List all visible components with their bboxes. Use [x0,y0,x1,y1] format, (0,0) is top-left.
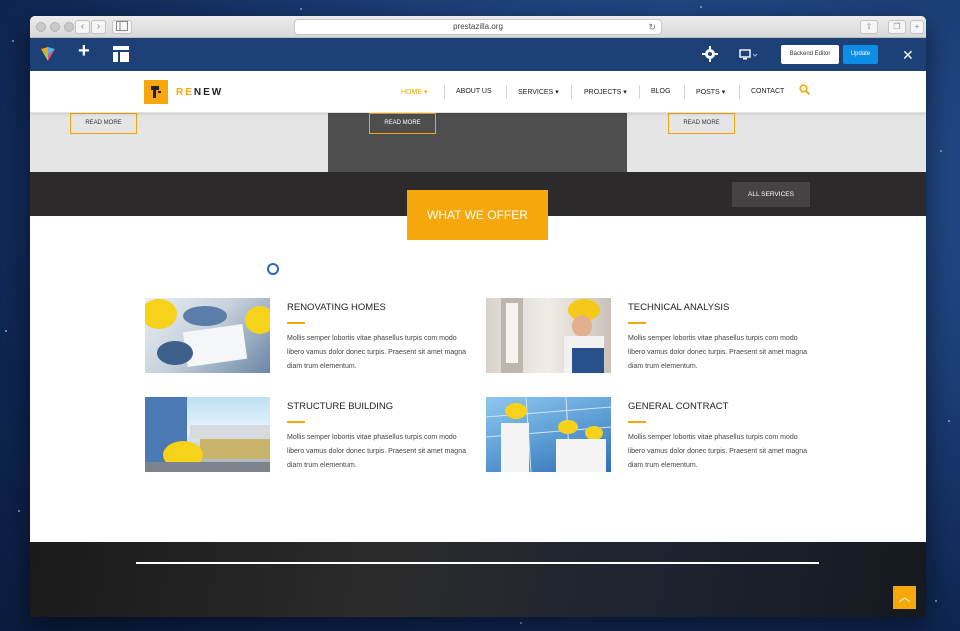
all-services-button[interactable]: ALL SERVICES [732,182,810,207]
service-image [145,298,270,373]
read-more-button[interactable]: READ MORE [70,113,137,134]
title-underline [287,421,305,423]
nav-divider [639,85,640,99]
nav-posts[interactable]: POSTS ▾ [696,88,725,96]
service-description: Mollis semper lobortis vitae phasellus t… [287,434,466,469]
service-description: Mollis semper lobortis vitae phasellus t… [628,335,807,370]
service-description: Mollis semper lobortis vitae phasellus t… [628,434,807,469]
nav-divider [739,85,740,99]
add-element-icon[interactable]: + [78,41,90,61]
scroll-to-top-button[interactable]: ︿ [893,586,916,609]
update-button[interactable]: Update [843,45,878,64]
editor-toolbar: + Backend Editor Update ✕ [30,38,926,71]
service-image [486,298,611,373]
logo-icon[interactable] [144,80,168,104]
loading-cursor-icon [267,263,279,275]
title-underline [287,322,305,324]
templates-icon[interactable] [113,46,129,66]
read-more-button[interactable]: READ MORE [369,113,436,134]
service-title: STRUCTURE BUILDING [287,401,394,412]
browser-window: ‹ › prestazilla.org ↻ ⇧ ❐ + + Backend Ed… [30,16,926,617]
nav-divider [571,85,572,99]
backend-editor-button[interactable]: Backend Editor [781,45,839,64]
nav-services[interactable]: SERVICES ▾ [518,88,559,96]
sidebar-icon [116,21,128,31]
settings-gear-icon[interactable] [702,46,718,66]
nav-home[interactable]: HOME ▾ [401,88,427,96]
service-title: TECHNICAL ANALYSIS [628,302,730,313]
new-tab-button[interactable]: + [910,20,924,34]
slide-panel-center: READ MORE [328,113,627,172]
nav-blog[interactable]: BLOG [651,88,670,95]
sidebar-toggle-button[interactable] [112,20,132,34]
service-description: Mollis semper lobortis vitae phasellus t… [287,335,466,370]
close-window-button[interactable] [36,22,46,32]
nav-about-us[interactable]: ABOUT US [456,88,492,95]
reload-icon[interactable]: ↻ [648,20,656,34]
title-underline [628,322,646,324]
footer-section: ︿ [30,542,926,617]
section-title-badge: WHAT WE OFFER [407,190,548,240]
tabs-overview-button[interactable]: ❐ [888,20,906,34]
service-title: RENOVATING HOMES [287,302,386,313]
url-text: prestazilla.org [453,22,503,31]
browser-titlebar: ‹ › prestazilla.org ↻ ⇧ ❐ + [30,16,926,38]
responsive-preview-icon[interactable] [739,49,759,67]
minimize-window-button[interactable] [50,22,60,32]
service-image [486,397,611,472]
builder-logo-icon[interactable] [40,46,56,66]
nav-divider [684,85,685,99]
site-header: RENEW HOME ▾ ABOUT US SERVICES ▾ PROJECT… [30,71,926,113]
back-button[interactable]: ‹ [75,20,90,34]
forward-button[interactable]: › [91,20,106,34]
slide-panel-right: READ MORE [627,113,926,172]
footer-divider [136,562,819,564]
address-bar[interactable]: prestazilla.org ↻ [294,19,662,35]
slide-panel-left: READ MORE [30,113,328,172]
nav-projects[interactable]: PROJECTS ▾ [584,88,627,96]
close-editor-icon[interactable]: ✕ [902,47,914,63]
nav-divider [506,85,507,99]
maximize-window-button[interactable] [64,22,74,32]
nav-contact[interactable]: CONTACT [751,88,784,95]
nav-divider [444,85,445,99]
share-button[interactable]: ⇧ [860,20,878,34]
search-icon[interactable] [799,84,810,95]
logo-text[interactable]: RENEW [176,87,223,98]
read-more-button[interactable]: READ MORE [668,113,735,134]
service-image [145,397,270,472]
title-underline [628,421,646,423]
service-title: GENERAL CONTRACT [628,401,729,412]
